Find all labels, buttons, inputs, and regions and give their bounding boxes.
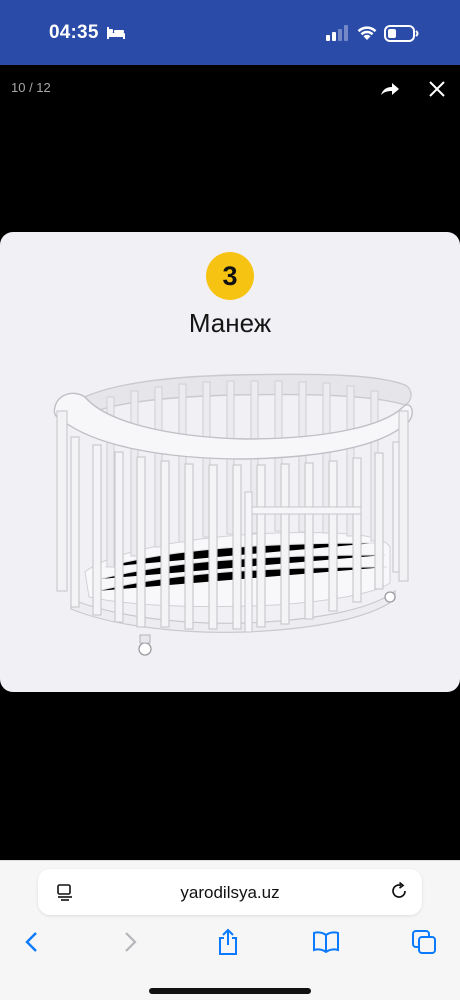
- crib-image: [53, 373, 413, 656]
- image-counter: 10 / 12: [11, 80, 51, 95]
- share-arrow-icon: [381, 83, 399, 95]
- status-bar: 04:35: [0, 0, 460, 65]
- cellular-signal-icon: [326, 25, 348, 41]
- share-button[interactable]: [377, 77, 403, 101]
- address-bar[interactable]: yarodilsya.uz: [38, 869, 422, 915]
- bookmarks-button[interactable]: [311, 927, 341, 957]
- status-time: 04:35: [49, 22, 99, 43]
- step-number-badge: 3: [206, 252, 254, 300]
- url-text[interactable]: yarodilsya.uz: [98, 883, 362, 903]
- tabs-button[interactable]: [409, 927, 439, 957]
- home-indicator[interactable]: [149, 988, 311, 994]
- share-icon: [219, 928, 237, 955]
- close-icon: [429, 81, 445, 97]
- back-icon: [25, 932, 37, 952]
- wifi-icon: [357, 26, 377, 40]
- close-button[interactable]: [425, 77, 449, 101]
- forward-icon: [125, 932, 137, 952]
- share-sheet-button[interactable]: [213, 927, 243, 957]
- page-menu-icon[interactable]: [56, 883, 74, 901]
- bed-icon: [107, 27, 125, 39]
- card-title: Манеж: [188, 308, 272, 338]
- battery-icon: [384, 25, 419, 42]
- back-button[interactable]: [16, 927, 46, 957]
- safari-toolbar: yarodilsya.uz: [0, 860, 460, 1000]
- reload-icon[interactable]: [389, 881, 409, 901]
- image-gallery-viewer: 10 / 12 3 Манеж: [0, 65, 460, 860]
- tabs-icon: [412, 930, 436, 954]
- bookmarks-icon: [313, 931, 339, 953]
- product-card: 3 Манеж: [0, 232, 460, 692]
- forward-button[interactable]: [116, 927, 146, 957]
